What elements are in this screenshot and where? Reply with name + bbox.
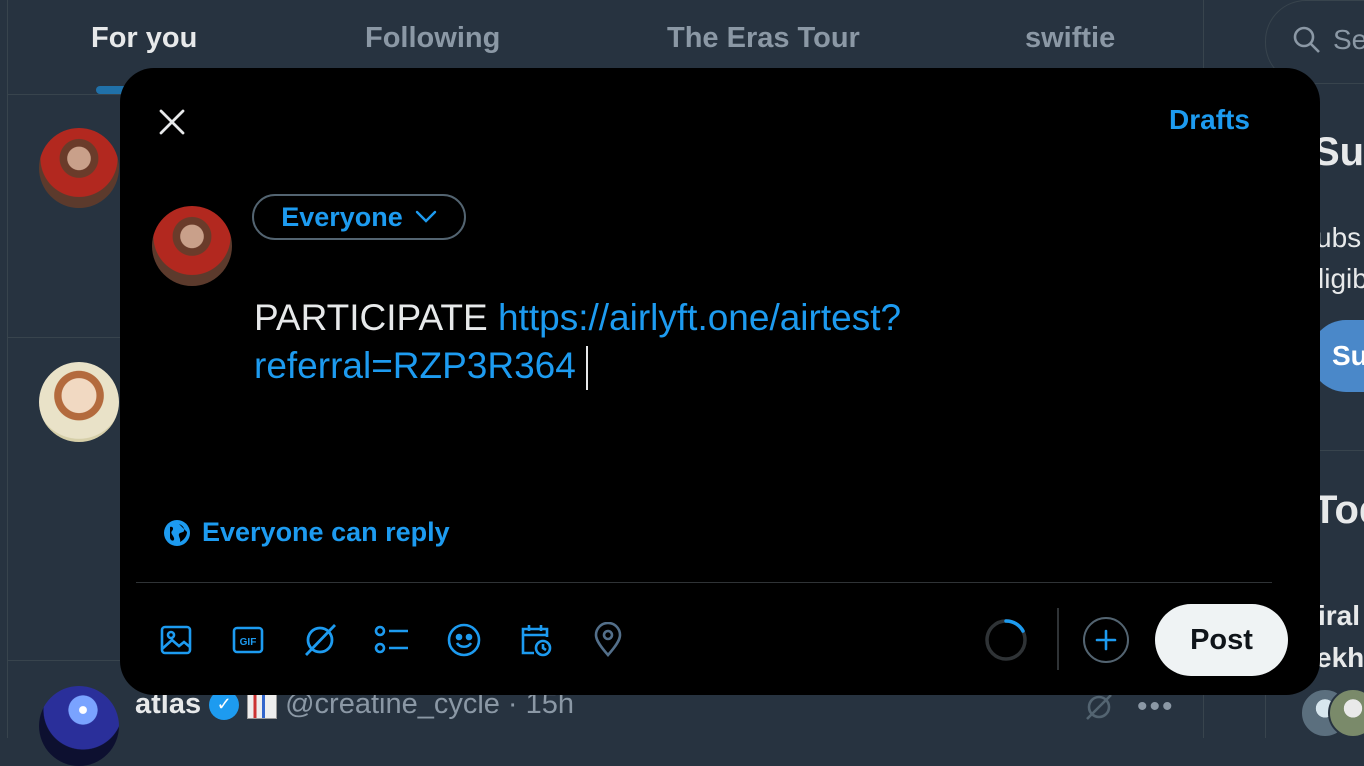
emoji-button[interactable]	[444, 620, 484, 660]
tab-swiftie[interactable]: swiftie	[1025, 22, 1115, 55]
text-caret	[585, 346, 588, 391]
add-post-button[interactable]	[1083, 617, 1129, 663]
subscribe-text: ligib	[1318, 263, 1364, 294]
gif-icon: GIF	[232, 626, 264, 654]
reply-setting-button[interactable]: Everyone can reply	[162, 517, 450, 548]
compose-text-link: https://airlyft.one/airtest?	[497, 297, 902, 338]
image-icon	[160, 625, 192, 655]
emoji-icon	[447, 623, 481, 657]
character-count-ring	[985, 619, 1027, 661]
right-card-divider	[1318, 450, 1364, 451]
location-button[interactable]	[588, 620, 628, 660]
poll-icon	[374, 625, 408, 654]
post-button[interactable]: Post	[1155, 604, 1288, 676]
feed-avatar[interactable]	[39, 686, 119, 766]
search-placeholder: Se	[1333, 24, 1364, 55]
search-icon	[1293, 26, 1320, 53]
tab-for-you[interactable]: For you	[91, 22, 197, 55]
grok-icon[interactable]	[1082, 690, 1116, 724]
schedule-button[interactable]	[516, 620, 556, 660]
feed-avatar[interactable]	[39, 128, 119, 208]
globe-icon	[164, 519, 190, 546]
compose-text-area[interactable]: PARTICIPATE https://airlyft.one/airtest?…	[254, 294, 1034, 391]
chevron-down-icon	[415, 210, 436, 223]
compose-text-link-continuation: referral=RZP3R364	[254, 345, 576, 386]
close-icon	[159, 109, 185, 135]
plus-icon	[1095, 629, 1117, 651]
compose-text-plain: PARTICIPATE	[254, 297, 488, 338]
close-button[interactable]	[150, 100, 194, 144]
toolbar-divider	[136, 582, 1272, 583]
media-button[interactable]	[156, 620, 196, 660]
today-heading: Tod	[1313, 488, 1364, 532]
tab-the-eras-tour[interactable]: The Eras Tour	[667, 22, 860, 55]
drafts-button[interactable]: Drafts	[1169, 104, 1250, 136]
trend-text[interactable]: iral	[1318, 600, 1360, 632]
svg-text:GIF: GIF	[240, 637, 257, 648]
subscribe-heading: Sub	[1313, 130, 1364, 174]
poll-button[interactable]	[372, 620, 412, 660]
subscribe-text: ubs	[1316, 222, 1362, 253]
reply-setting-label: Everyone can reply	[202, 517, 450, 547]
more-options-icon[interactable]: •••	[1137, 690, 1175, 724]
location-icon	[594, 622, 622, 657]
trend-text[interactable]: ekh	[1316, 642, 1364, 674]
audience-label: Everyone	[281, 201, 403, 232]
toolbar-separator	[1057, 608, 1059, 670]
left-border	[7, 0, 8, 738]
audience-selector[interactable]: Everyone	[252, 194, 466, 240]
gif-button[interactable]: GIF	[228, 620, 268, 660]
compose-avatar[interactable]	[152, 206, 232, 286]
schedule-icon	[521, 625, 552, 657]
tab-following[interactable]: Following	[365, 22, 500, 55]
grok-icon	[304, 624, 337, 656]
grok-button[interactable]	[300, 620, 340, 660]
feed-avatar[interactable]	[39, 362, 119, 442]
